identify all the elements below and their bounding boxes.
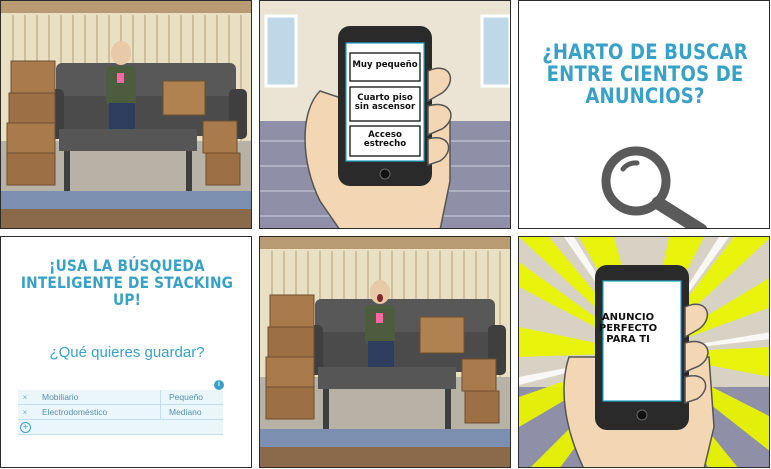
item-name: Mobiliario xyxy=(42,392,79,402)
burst-phone-illustration xyxy=(519,237,769,467)
add-item-icon[interactable]: + xyxy=(20,421,31,433)
panel-3-search-question: ¿HARTO DE BUSCAR ENTRE CIENTOS DE ANUNCI… xyxy=(518,0,770,229)
magnifying-glass-icon xyxy=(601,146,708,228)
panel-3-headline: ¿HARTO DE BUSCAR ENTRE CIENTOS DE ANUNCI… xyxy=(542,40,748,108)
room-illustration xyxy=(1,1,251,228)
phone-option-narrow-access: Acceso estrecho xyxy=(363,129,407,149)
info-icon[interactable]: i xyxy=(214,380,224,390)
table-row: × Mobiliario Pequeño xyxy=(18,390,223,405)
panel-6-perfect-ad xyxy=(518,236,770,468)
phone-option-fourth-floor: Cuarto piso sin ascensor xyxy=(354,92,416,112)
perfect-ad-text: ANUNCIO PERFECTO PARA TI xyxy=(598,312,658,345)
storage-question: ¿Qué quieres guardar? xyxy=(49,344,205,361)
table-row: × Electrodoméstico Mediano xyxy=(18,405,223,420)
remove-icon[interactable]: × xyxy=(18,408,32,417)
item-size[interactable]: Pequeño xyxy=(160,390,223,404)
remove-icon[interactable]: × xyxy=(18,393,32,402)
item-size-table: × Mobiliario Pequeño × Electrodoméstico … xyxy=(18,390,223,435)
item-size[interactable]: Mediano xyxy=(160,405,223,419)
room-illustration xyxy=(260,237,510,467)
panel-1-room-scene xyxy=(0,0,252,229)
item-name: Electrodoméstico xyxy=(42,407,108,417)
panel-4-headline: ¡USA LA BÚSQUEDA INTELIGENTE DE STACKING… xyxy=(20,256,234,309)
panel-4-smart-search: ¡USA LA BÚSQUEDA INTELIGENTE DE STACKING… xyxy=(0,236,252,468)
phone-option-small: Muy pequeño xyxy=(352,60,418,71)
panel-5-room-scene xyxy=(259,236,511,468)
add-item-row: + xyxy=(18,420,223,435)
